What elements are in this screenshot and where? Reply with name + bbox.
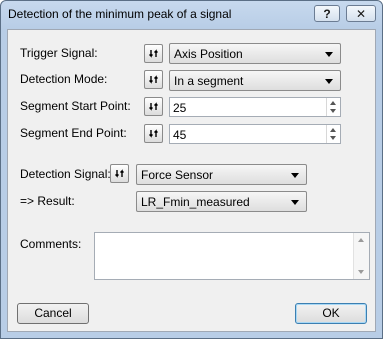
ok-button[interactable]: OK bbox=[295, 303, 367, 324]
segment-end-label: Segment End Point: bbox=[20, 126, 127, 140]
spin-up-icon[interactable] bbox=[330, 101, 336, 105]
segment-start-refresh-button[interactable] bbox=[144, 97, 163, 116]
dialog-body: Trigger Signal: Axis Position Detection … bbox=[7, 29, 376, 332]
chevron-down-icon bbox=[325, 79, 333, 84]
trigger-signal-value: Axis Position bbox=[174, 47, 243, 61]
comments-scrollbar[interactable] bbox=[353, 233, 369, 279]
chevron-down-icon bbox=[291, 173, 299, 178]
close-button[interactable]: ✕ bbox=[346, 5, 376, 22]
trigger-signal-select[interactable]: Axis Position bbox=[169, 43, 341, 64]
trigger-signal-refresh-button[interactable] bbox=[144, 44, 163, 63]
comments-textarea[interactable] bbox=[94, 232, 370, 280]
spin-down-icon[interactable] bbox=[330, 109, 336, 113]
segment-end-spinbox[interactable]: 45 bbox=[169, 124, 341, 144]
chevron-down-icon bbox=[291, 200, 299, 205]
refresh-icon bbox=[149, 129, 158, 138]
cancel-button[interactable]: Cancel bbox=[17, 303, 89, 324]
detection-signal-label: Detection Signal: bbox=[20, 167, 111, 181]
detection-mode-select[interactable]: In a segment bbox=[169, 70, 341, 91]
refresh-icon bbox=[149, 49, 158, 58]
segment-start-label: Segment Start Point: bbox=[20, 99, 131, 113]
detection-signal-value: Force Sensor bbox=[141, 168, 214, 182]
detection-signal-select[interactable]: Force Sensor bbox=[136, 164, 307, 185]
spin-down-icon[interactable] bbox=[330, 136, 336, 140]
window-title: Detection of the minimum peak of a signa… bbox=[8, 7, 232, 21]
refresh-icon bbox=[149, 75, 158, 84]
detection-mode-label: Detection Mode: bbox=[20, 72, 108, 86]
segment-end-refresh-button[interactable] bbox=[144, 124, 163, 143]
segment-start-spinbox[interactable]: 25 bbox=[169, 97, 341, 117]
segment-end-value: 45 bbox=[173, 128, 187, 142]
refresh-icon bbox=[149, 102, 158, 111]
chevron-down-icon bbox=[325, 52, 333, 57]
dialog-window: Detection of the minimum peak of a signa… bbox=[0, 0, 383, 339]
help-button[interactable]: ? bbox=[314, 5, 340, 22]
spin-up-icon[interactable] bbox=[330, 128, 336, 132]
detection-signal-refresh-button[interactable] bbox=[110, 164, 129, 183]
segment-start-value: 25 bbox=[173, 101, 187, 115]
result-label: => Result: bbox=[20, 194, 75, 208]
scroll-down-icon[interactable] bbox=[358, 270, 364, 274]
spin-buttons[interactable] bbox=[326, 98, 340, 116]
scroll-up-icon[interactable] bbox=[358, 238, 364, 242]
title-bar: Detection of the minimum peak of a signa… bbox=[1, 1, 382, 27]
trigger-signal-label: Trigger Signal: bbox=[20, 46, 98, 60]
comments-label: Comments: bbox=[20, 237, 82, 251]
refresh-icon bbox=[115, 169, 124, 178]
detection-mode-value: In a segment bbox=[174, 74, 244, 88]
detection-mode-refresh-button[interactable] bbox=[144, 70, 163, 89]
result-select[interactable]: LR_Fmin_measured bbox=[136, 191, 307, 212]
spin-buttons[interactable] bbox=[326, 125, 340, 143]
result-value: LR_Fmin_measured bbox=[141, 195, 250, 209]
